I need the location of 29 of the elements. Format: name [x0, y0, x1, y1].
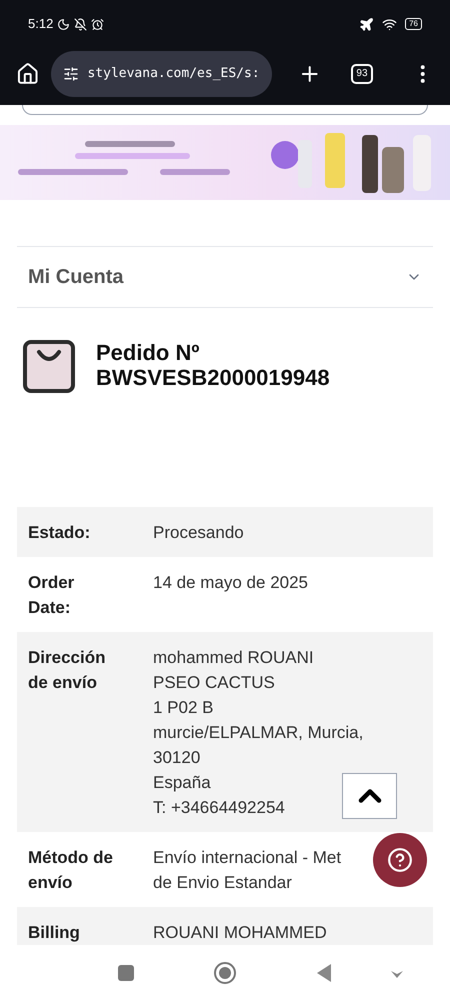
square-icon[interactable] — [118, 964, 134, 980]
home-icon[interactable] — [16, 62, 40, 86]
search-field[interactable] — [22, 105, 428, 115]
address-bar[interactable]: stylevana.com/es_ES/s: — [51, 51, 272, 97]
detail-label: Método de envío — [28, 847, 114, 894]
moon-icon — [57, 18, 70, 30]
alarm-icon — [91, 18, 104, 30]
site-settings-icon[interactable] — [63, 66, 80, 82]
order-number: BWSVESB2000019948 — [96, 365, 330, 390]
airplane-icon — [359, 16, 374, 32]
bell-off-icon — [74, 18, 88, 30]
detail-label: Billing — [28, 922, 81, 944]
detail-value: ROUANI MOHAMMED — [153, 922, 327, 944]
tab-count-button[interactable]: 93 — [351, 64, 373, 84]
help-icon — [387, 847, 413, 873]
wifi-icon — [382, 16, 398, 32]
detail-value: mohammed ROUANI PSEO CACTUS 1 P02 B murcie/ELPALMAR, Murcia, 30120 España T: +34664492254 — [153, 647, 364, 819]
detail-value: Procesando — [153, 522, 244, 544]
detail-label: Estado: — [28, 522, 92, 544]
account-menu[interactable]: Mi Cuenta — [17, 246, 433, 308]
detail-value: Envío internacional - Met de Envio Estandar — [153, 847, 342, 894]
detail-value: 14 de mayo de 2025 — [153, 572, 308, 594]
detail-label: Order Date: — [28, 572, 76, 619]
order-title: Pedido Nº — [96, 340, 200, 365]
back-icon[interactable] — [316, 962, 332, 982]
detail-label: Dirección de envío — [28, 647, 106, 694]
status-time: 5:12 — [28, 15, 54, 34]
scroll-top-button[interactable] — [342, 773, 397, 819]
battery-icon: 76 — [405, 18, 422, 30]
